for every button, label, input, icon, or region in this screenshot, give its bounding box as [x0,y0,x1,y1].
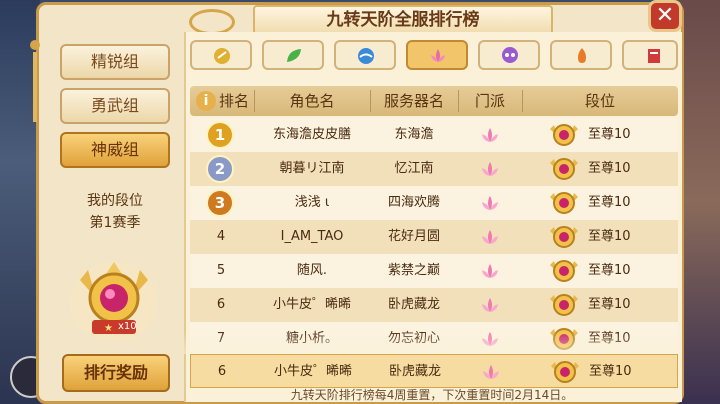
sect-tab-green[interactable] [262,40,324,70]
table-row[interactable]: 5 随风. 紫禁之巅 至尊10 [190,254,678,288]
sect-tab-red[interactable] [622,40,678,70]
player-name: 朝暮リ江南 [279,161,345,176]
tassel-ornament [30,40,40,130]
player-name: 小牛皮゜晞晞 [273,364,352,379]
tier-emblem-icon [548,121,580,153]
tier-label: 至尊10 [588,229,631,244]
player-name: 糖小析。 [285,331,338,346]
tier-emblem-icon [548,155,580,187]
star-count: x10 [118,321,137,332]
table-row[interactable]: 3 浅浅 ι 四海欢腾 至尊10 [190,186,678,220]
tier-emblem-icon [548,257,580,289]
sect-tab-gold[interactable] [190,40,252,70]
table-row[interactable]: 2 朝暮リ江南 忆江南 至尊10 [190,152,678,186]
svg-text:★: ★ [104,323,113,334]
table-header: i 排名 角色名 服务器名 门派 段位 [190,86,678,116]
gold-orb-icon [214,48,230,64]
header-sect: 门派 [474,92,505,110]
orange-flame-icon [578,48,586,63]
group-tab-brave[interactable]: 勇武组 [60,88,170,124]
server-name: 四海欢腾 [387,195,440,210]
rank-cell: 4 [216,229,226,244]
lotus-sect-icon [480,126,500,148]
table-row[interactable]: 4 I_AM_TAO 花好月圆 至尊10 [190,220,678,254]
header-server: 服务器名 [383,92,444,110]
sect-tab-orange[interactable] [550,40,612,70]
server-name: 卧虎藏龙 [388,364,441,379]
header-name: 角色名 [289,92,335,110]
rank-medal-icon: 2 [206,155,234,183]
lotus-sect-icon [480,194,500,216]
rank-cell: 6 [216,297,226,312]
season-label: 第1赛季 [89,215,141,231]
rank-cell: 5 [216,263,226,278]
header-rank: 排名 [218,92,249,110]
table-row[interactable]: 1 东海澹皮皮膳 东海澹 至尊10 [190,118,678,152]
purple-skull-icon [502,47,518,63]
ranking-area: i 排名 角色名 服务器名 门派 段位 1 东海澹皮皮膳 东海澹 至尊10 2 朝暮リ江南… [184,32,682,402]
lotus-sect-icon [480,262,500,284]
sect-tab-purple[interactable] [478,40,540,70]
server-name: 忆江南 [394,161,434,176]
player-name: I_AM_TAO [280,229,344,244]
rank-cell: 7 [216,331,226,346]
reset-notice: 九转天阶排行榜每4周重置，下次重置时间2月14日。 [290,388,574,402]
group-sidebar: 精锐组 勇武组 神威组 我的段位 第1赛季 ★ x10 排行奖励 [54,32,180,402]
tier-emblem-icon [548,189,580,221]
tier-label: 至尊10 [588,263,631,278]
lotus-sect-icon [480,160,500,182]
player-name: 浅浅 ι [294,195,330,210]
header-tier: 段位 [584,92,615,110]
blue-wave-icon [358,48,374,64]
lotus-sect-icon [480,330,500,352]
tier-emblem-icon [548,291,580,323]
group-tab-elite[interactable]: 精锐组 [60,44,170,80]
lotus-sect-icon [480,296,500,318]
server-name: 东海澹 [394,127,434,142]
server-name: 勿忘初心 [387,331,440,346]
tier-label: 至尊10 [589,364,632,379]
my-rank-label: 我的段位 [87,193,143,209]
sect-tab-bar [186,40,682,76]
my-ranking-row[interactable]: 6 小牛皮゜晞晞 卧虎藏龙 至尊10 [190,354,678,388]
my-rank-panel: 我的段位 第1赛季 ★ x10 [60,190,170,374]
lotus-sect-icon [481,363,501,385]
player-name: 随风. [296,263,328,278]
window-title: 九转天阶全服排行榜 [253,5,553,35]
sect-tab-pink[interactable] [406,40,468,70]
player-name: 小牛皮゜晞晞 [272,297,351,312]
lotus-sect-icon [480,228,500,250]
tier-label: 至尊10 [588,161,631,176]
rank-medal-icon: 3 [206,189,234,217]
green-leaf-icon [287,49,301,62]
close-button[interactable]: ✕ [648,0,682,32]
tier-label: 至尊10 [588,297,631,312]
sect-tab-blue[interactable] [334,40,396,70]
tier-emblem-icon [548,325,580,357]
rank-rewards-button[interactable]: 排行奖励 [62,354,170,392]
server-name: 紫禁之巅 [387,263,440,278]
tier-label: 至尊10 [588,331,631,346]
table-row[interactable]: 6 小牛皮゜晞晞 卧虎藏龙 至尊10 [190,288,678,322]
group-tab-divine[interactable]: 神威组 [60,132,170,168]
tier-emblem-icon [548,223,580,255]
server-name: 卧虎藏龙 [387,297,440,312]
rank-cell: 6 [217,364,227,379]
pink-lotus-icon [431,49,445,62]
rank-emblem-icon: ★ x10 [66,250,162,346]
tier-label: 至尊10 [588,127,631,142]
player-name: 东海澹皮皮膳 [272,127,351,142]
table-row[interactable]: 7 糖小析。 勿忘初心 至尊10 [190,322,678,356]
rank-medal-icon: 1 [206,121,234,149]
info-icon[interactable]: i [196,91,216,111]
red-banner-icon [648,49,660,63]
tier-label: 至尊10 [588,195,631,210]
server-name: 花好月圆 [387,229,440,244]
